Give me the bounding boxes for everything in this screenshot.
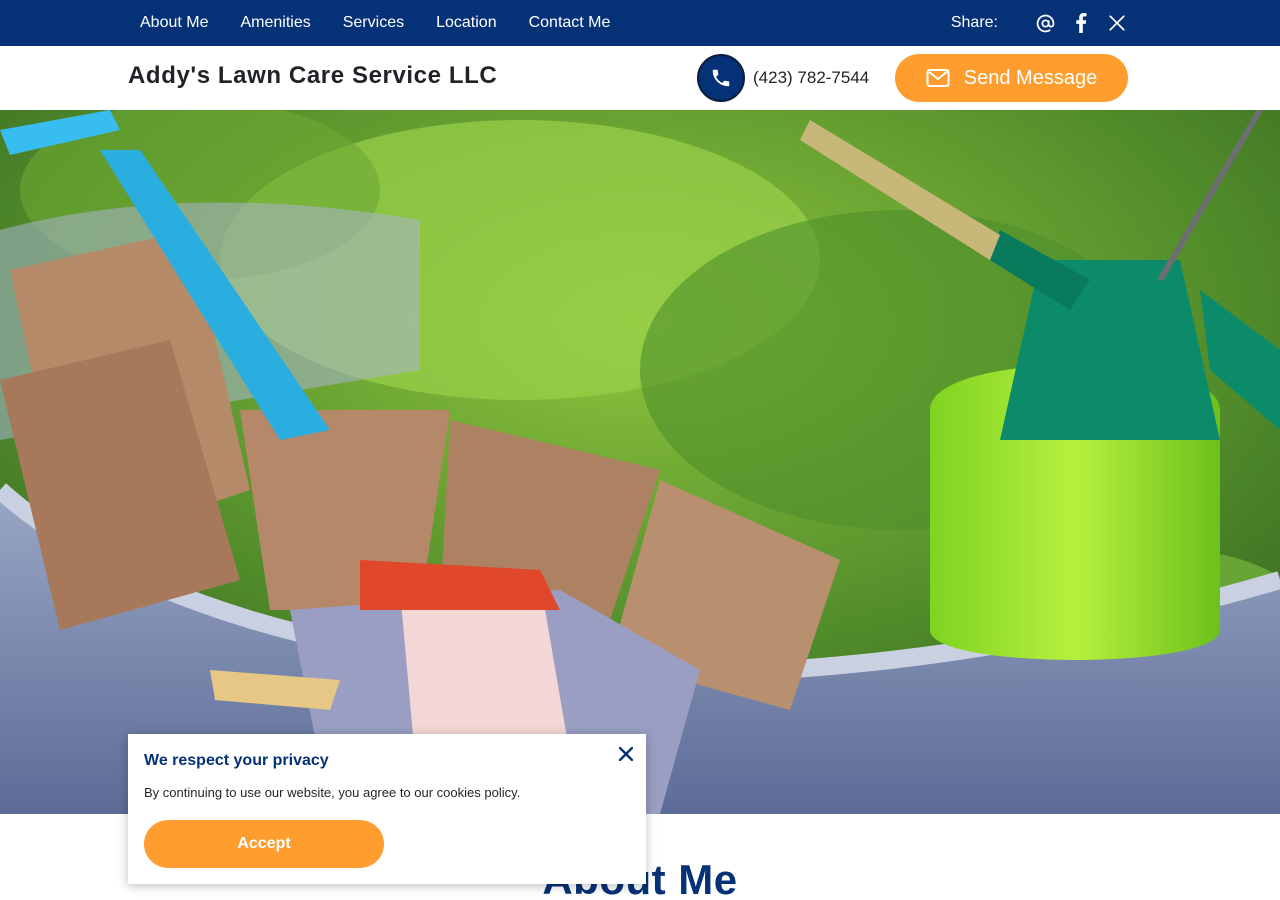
share-bar: Share: <box>951 0 1128 46</box>
share-label: Share: <box>950 14 998 31</box>
nav-contact-me[interactable]: Contact Me <box>529 14 611 32</box>
phone-link[interactable]: (423) 782-7544 <box>697 54 869 102</box>
brand-name[interactable]: Addy's Lawn Care Service LLC <box>128 62 497 90</box>
nav-services[interactable]: Services <box>343 14 404 32</box>
top-navigation-bar: About Me Amenities Services Location Con… <box>0 0 1280 46</box>
send-message-label: Send Message <box>963 66 1098 89</box>
phone-number[interactable]: (423) 782-7544 <box>753 68 869 88</box>
privacy-text: By continuing to use our website, you ag… <box>144 785 521 800</box>
phone-icon[interactable] <box>697 54 745 102</box>
site-header: Addy's Lawn Care Service LLC (423) 782-7… <box>0 46 1280 110</box>
nav-about-me[interactable]: About Me <box>140 14 208 32</box>
hero-image <box>0 110 1280 814</box>
privacy-dialog: We respect your privacy By continuing to… <box>128 734 646 884</box>
email-at-icon[interactable] <box>1034 12 1056 34</box>
close-icon[interactable] <box>616 744 636 764</box>
privacy-title: We respect your privacy <box>144 752 329 769</box>
facebook-icon[interactable] <box>1070 12 1092 34</box>
main-nav: About Me Amenities Services Location Con… <box>140 0 642 46</box>
envelope-icon <box>926 69 950 87</box>
send-message-button[interactable]: Send Message <box>895 54 1128 102</box>
nav-location[interactable]: Location <box>436 14 497 32</box>
nav-amenities[interactable]: Amenities <box>240 14 310 32</box>
x-twitter-icon[interactable] <box>1106 12 1128 34</box>
accept-button[interactable]: Accept <box>144 820 384 868</box>
